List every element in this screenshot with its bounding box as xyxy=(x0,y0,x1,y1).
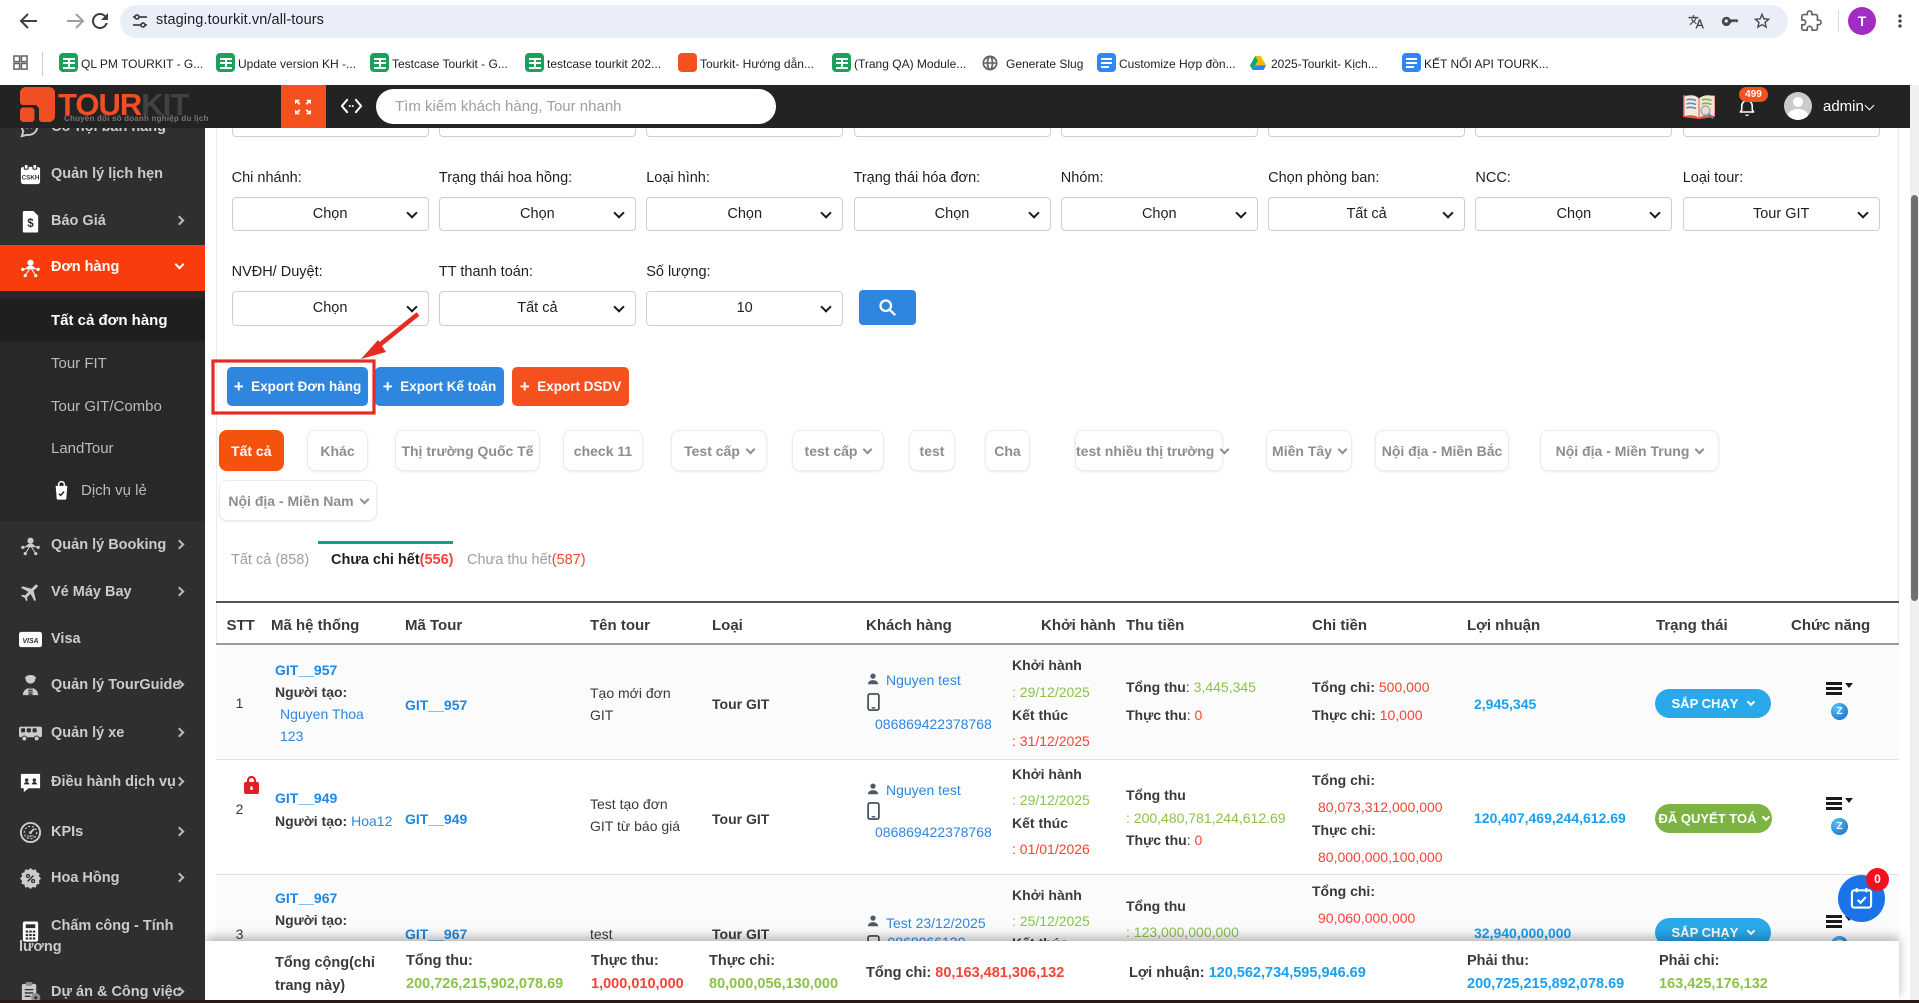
svg-text:CSKH: CSKH xyxy=(22,174,40,181)
svg-text:VISA: VISA xyxy=(22,637,38,644)
svg-text:KPI: KPI xyxy=(27,834,33,838)
svg-text:$: $ xyxy=(27,217,34,229)
